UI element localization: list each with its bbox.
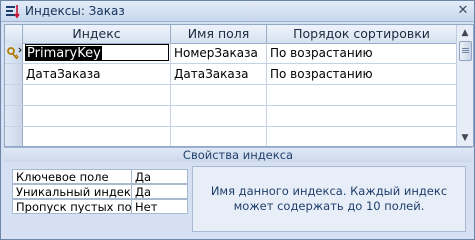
table-row[interactable]: ДатаЗаказа ДатаЗаказа По возрастанию: [5, 64, 457, 85]
scroll-up-icon[interactable]: ▲: [457, 25, 473, 41]
row-selector[interactable]: [5, 127, 23, 146]
field-name-cell[interactable]: [171, 85, 267, 105]
header-corner: [5, 25, 23, 43]
column-header-sort[interactable]: Порядок сортировки: [267, 25, 457, 43]
index-name-cell[interactable]: ДатаЗаказа: [23, 64, 171, 84]
grip-line: [462, 50, 469, 51]
property-label: Ключевое поле: [12, 169, 132, 184]
column-header-field[interactable]: Имя поля: [171, 25, 267, 43]
index-name-cell[interactable]: [23, 85, 171, 105]
close-button[interactable]: ✕: [456, 4, 470, 18]
property-label: Уникальный индекс: [12, 184, 132, 199]
indexes-icon: [6, 5, 20, 19]
table-row[interactable]: PrimaryKey НомерЗаказа По возрастанию: [5, 43, 457, 64]
sort-order-cell[interactable]: [267, 85, 457, 105]
index-name-editor[interactable]: PrimaryKey: [25, 44, 169, 61]
row-selector[interactable]: [5, 85, 23, 105]
index-name-cell[interactable]: PrimaryKey: [23, 43, 171, 63]
indexes-window: Индексы: Заказ ✕ Индекс Имя поля Порядок…: [0, 0, 475, 240]
window-title: Индексы: Заказ: [25, 4, 125, 18]
row-selector[interactable]: [5, 64, 23, 84]
index-properties-panel: Ключевое поле Да Уникальный индекс Да Пр…: [4, 162, 472, 236]
scroll-thumb[interactable]: [459, 41, 472, 61]
field-name-cell[interactable]: НомерЗаказа: [171, 43, 267, 63]
sort-order-cell[interactable]: По возрастанию: [267, 64, 457, 84]
empty-row[interactable]: [5, 106, 457, 127]
index-name-cell[interactable]: [23, 106, 171, 126]
index-name-text: PrimaryKey: [26, 46, 102, 61]
grid-header: Индекс Имя поля Порядок сортировки: [5, 25, 457, 44]
field-name-cell[interactable]: [171, 127, 267, 146]
row-selector[interactable]: [5, 43, 23, 63]
sort-order-cell[interactable]: [267, 106, 457, 126]
scroll-down-icon[interactable]: ▼: [457, 130, 473, 146]
sort-order-cell[interactable]: По возрастанию: [267, 43, 457, 63]
property-label: Пропуск пустых поле: [12, 199, 132, 214]
indexes-grid: Индекс Имя поля Порядок сортировки Prima…: [4, 24, 474, 147]
ignore-nulls-value[interactable]: Нет: [132, 199, 188, 214]
primary-value[interactable]: Да: [132, 169, 188, 184]
property-help-text: Имя данного индекса. Каждый индекс может…: [192, 166, 466, 232]
properties-caption: Свойства индекса: [4, 147, 472, 162]
empty-row[interactable]: [5, 85, 457, 106]
vertical-scrollbar[interactable]: ▲ ▼: [456, 25, 473, 146]
sort-order-cell[interactable]: [267, 127, 457, 146]
grip-line: [462, 52, 469, 53]
empty-row[interactable]: [5, 127, 457, 146]
field-name-cell[interactable]: ДатаЗаказа: [171, 64, 267, 84]
title-bar[interactable]: Индексы: Заказ ✕: [1, 1, 474, 22]
field-name-cell[interactable]: [171, 106, 267, 126]
grip-line: [462, 48, 469, 49]
index-name-cell[interactable]: [23, 127, 171, 146]
row-selector[interactable]: [5, 106, 23, 126]
unique-value[interactable]: Да: [132, 184, 188, 199]
key-icon: [7, 47, 22, 60]
column-header-index[interactable]: Индекс: [23, 25, 171, 43]
